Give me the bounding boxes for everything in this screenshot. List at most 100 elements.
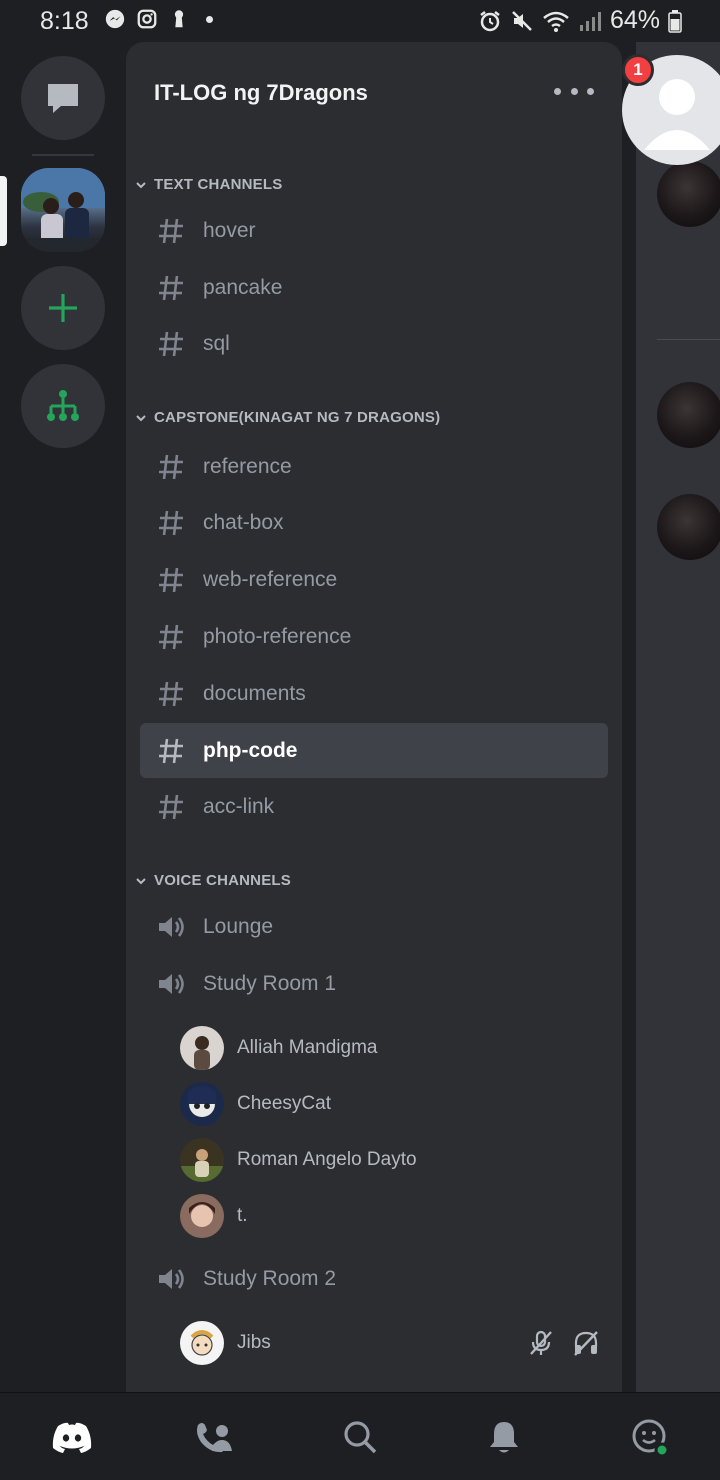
chevron-down-icon (136, 181, 146, 188)
channel-name: php-code (203, 738, 298, 762)
voice-user-name: Roman Angelo Dayto (237, 1149, 417, 1170)
category-voice-channels[interactable]: VOICE CHANNELS (134, 872, 291, 889)
voice-user-jibs[interactable]: Jibs (180, 1321, 600, 1365)
hash-icon (159, 454, 183, 479)
bottom-navigation (0, 1392, 720, 1480)
server-name[interactable]: IT-LOG ng 7Dragons (154, 80, 368, 106)
hash-icon (159, 681, 183, 706)
chevron-down-icon (136, 414, 146, 421)
channel-php-code[interactable]: php-code (140, 723, 608, 778)
category-label: VOICE CHANNELS (154, 872, 291, 889)
channel-hover[interactable]: hover (140, 203, 608, 258)
channel-name: hover (203, 218, 256, 242)
hash-icon (159, 738, 183, 763)
hash-icon (159, 510, 183, 535)
hash-icon (159, 794, 183, 819)
category-label: TEXT CHANNELS (154, 176, 283, 193)
instagram-icon (137, 9, 157, 29)
channel-web-reference[interactable]: web-reference (140, 552, 608, 607)
messenger-icon (105, 9, 125, 29)
headphones-muted-icon (574, 1331, 598, 1356)
rail-separator (32, 154, 94, 156)
message-divider (657, 339, 720, 340)
avatar (180, 1138, 224, 1182)
category-text-channels[interactable]: TEXT CHANNELS (134, 176, 282, 193)
battery-icon (668, 9, 682, 33)
channel-chat-box[interactable]: chat-box (140, 495, 608, 550)
channel-name: Study Room 2 (203, 1266, 337, 1290)
more-dots-icon (554, 87, 561, 95)
status-time: 8:18 (40, 7, 89, 35)
status-dot (206, 15, 213, 23)
nav-notifications[interactable] (482, 1415, 526, 1459)
voice-user-status (528, 1329, 600, 1357)
hash-icon (159, 624, 183, 649)
signal-icon (579, 11, 601, 31)
voice-user-roman[interactable]: Roman Angelo Dayto (180, 1138, 600, 1182)
channel-list-panel: IT-LOG ng 7Dragons TEXT CHANNELS hover p… (126, 42, 622, 1392)
voice-user-name: t. (237, 1205, 248, 1226)
nav-friends[interactable] (192, 1415, 236, 1459)
category-label: CAPSTONE(KINAGAT NG 7 DRAGONS) (154, 409, 441, 426)
alarm-icon (480, 10, 500, 31)
status-notification-icons (104, 8, 213, 30)
muted-icon (512, 10, 532, 31)
channel-sql[interactable]: sql (140, 316, 608, 371)
channel-pancake[interactable]: pancake (140, 260, 608, 315)
server-rail (0, 42, 126, 1392)
discover-servers-button[interactable] (21, 364, 105, 448)
hierarchy-icon (47, 390, 79, 421)
speaker-icon (159, 1268, 184, 1289)
channel-name: documents (203, 681, 306, 705)
voice-user-name: Alliah Mandigma (237, 1037, 378, 1058)
voice-user-alliah[interactable]: Alliah Mandigma (180, 1026, 600, 1070)
server-menu-button[interactable] (554, 76, 594, 106)
avatar (180, 1082, 224, 1126)
channel-name: chat-box (203, 510, 284, 534)
notification-badge: 1 (622, 54, 654, 86)
voice-user-cheesycat[interactable]: CheesyCat (180, 1082, 600, 1126)
channel-photo-reference[interactable]: photo-reference (140, 609, 608, 664)
speaker-icon (159, 973, 184, 994)
server-icon-it-log[interactable] (21, 168, 105, 252)
channel-documents[interactable]: documents (140, 666, 608, 721)
channel-reference[interactable]: reference (140, 439, 608, 494)
channel-name: Lounge (203, 914, 274, 938)
direct-messages-button[interactable] (21, 56, 105, 140)
category-capstone[interactable]: CAPSTONE(KINAGAT NG 7 DRAGONS) (134, 409, 440, 426)
message-avatar (657, 494, 720, 560)
nav-home[interactable] (50, 1415, 94, 1459)
selected-server-indicator (0, 176, 7, 246)
voice-channel-study-room-2[interactable]: Study Room 2 (140, 1251, 608, 1306)
message-avatar (657, 382, 720, 448)
chevron-down-icon (136, 877, 146, 884)
nav-profile[interactable] (628, 1415, 672, 1459)
speaker-icon (159, 916, 184, 937)
home-icon (52, 1422, 92, 1453)
chat-bubble-icon (48, 84, 78, 113)
discord-app: 8:18 64% IT-LOG ng 7Dragons TEXT CHANNEL… (0, 0, 720, 1480)
avatar (180, 1026, 224, 1070)
voice-channel-study-room-1[interactable]: Study Room 1 (140, 956, 608, 1011)
battery-percent: 64% (609, 6, 660, 34)
mic-muted-icon (530, 1330, 552, 1355)
voice-channel-lounge[interactable]: Lounge (140, 899, 608, 954)
voice-user-t[interactable]: t. (180, 1194, 600, 1238)
status-bar: 8:18 64% (0, 0, 720, 42)
avatar (180, 1321, 224, 1365)
add-server-button[interactable] (21, 266, 105, 350)
nav-search[interactable] (338, 1415, 382, 1459)
avatar (180, 1194, 224, 1238)
friends-icon (197, 1423, 232, 1453)
server-photo (21, 168, 105, 252)
hash-icon (159, 331, 183, 356)
channel-name: acc-link (203, 794, 275, 818)
hash-icon (159, 275, 183, 300)
message-avatar (657, 161, 720, 227)
voice-user-name: Jibs (237, 1332, 271, 1353)
channel-name: Study Room 1 (203, 971, 337, 995)
channel-name: web-reference (203, 567, 338, 591)
channel-acc-link[interactable]: acc-link (140, 779, 608, 834)
chat-preview[interactable] (636, 42, 720, 1392)
wifi-icon (543, 11, 569, 32)
